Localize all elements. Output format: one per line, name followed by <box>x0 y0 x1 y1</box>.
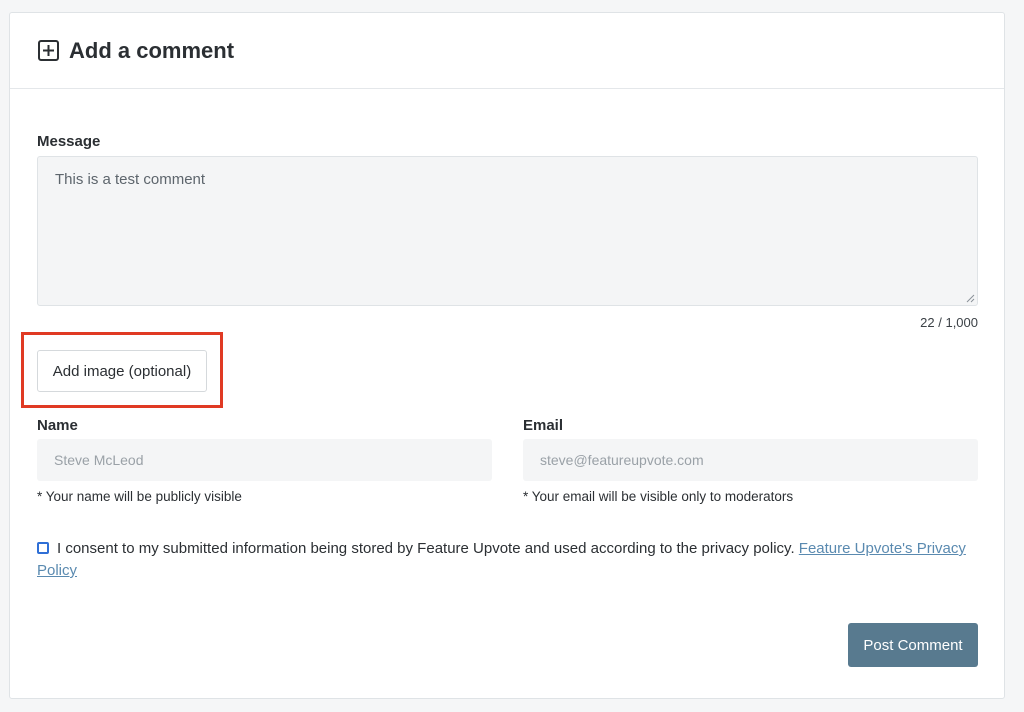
email-helper-text: * Your email will be visible only to mod… <box>523 489 794 504</box>
consent-row: I consent to my submitted information be… <box>37 538 978 582</box>
consent-checkbox[interactable] <box>37 542 49 554</box>
name-label: Name <box>37 417 78 434</box>
add-image-button[interactable]: Add image (optional) <box>37 350 207 392</box>
character-counter: 22 / 1,000 <box>920 315 978 330</box>
card-header: Add a comment <box>10 13 1004 89</box>
post-comment-button[interactable]: Post Comment <box>848 623 978 667</box>
comment-card: Add a comment Message This is a test com… <box>9 12 1005 699</box>
name-input[interactable] <box>37 439 492 481</box>
resize-handle-icon[interactable] <box>965 293 975 303</box>
consent-text: I consent to my submitted information be… <box>57 540 795 557</box>
message-text: This is a test comment <box>55 171 206 188</box>
name-helper-text: * Your name will be publicly visible <box>37 489 242 504</box>
message-label: Message <box>37 133 101 150</box>
email-label: Email <box>523 417 564 434</box>
message-textarea[interactable]: This is a test comment <box>37 156 978 306</box>
plus-square-icon <box>38 40 59 61</box>
email-input[interactable] <box>523 439 978 481</box>
page-title: Add a comment <box>69 37 235 63</box>
